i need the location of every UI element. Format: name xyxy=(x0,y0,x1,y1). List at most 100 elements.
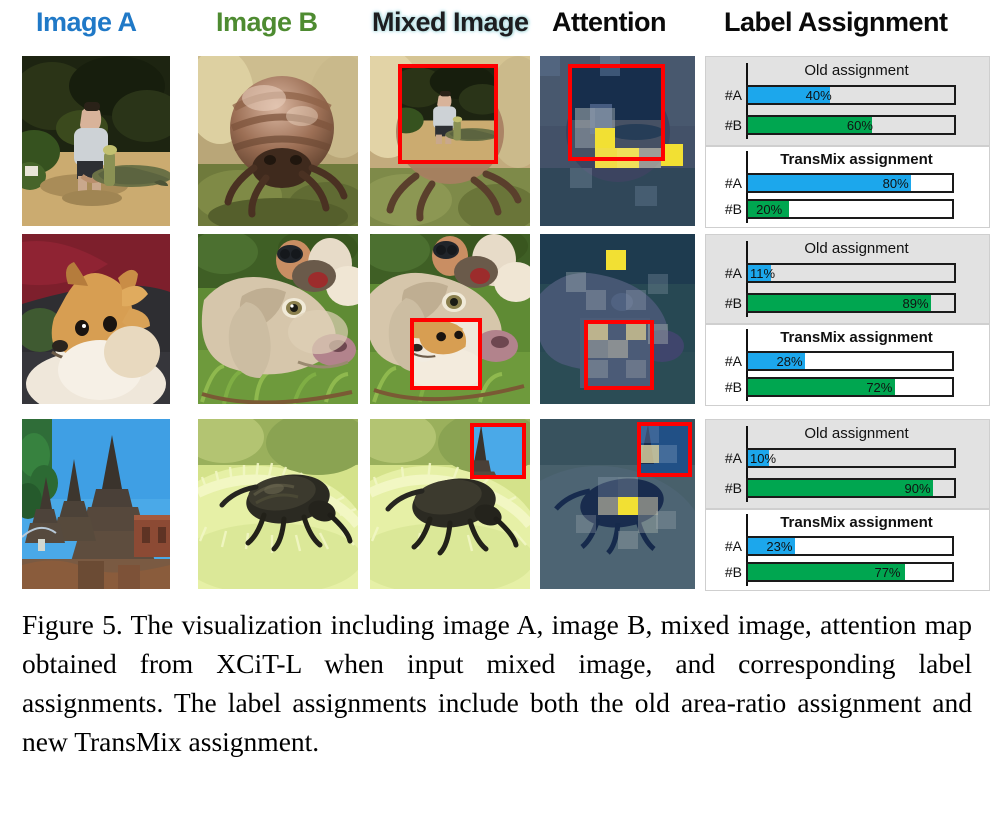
photo-temple-spires xyxy=(22,419,170,589)
bar-row-b: #B 72% xyxy=(714,377,964,397)
column-header-image-b: Image B xyxy=(216,7,318,37)
bar-track-b: 72% xyxy=(746,377,954,397)
bar-value-b: 20% xyxy=(756,202,783,217)
photo-pomeranian xyxy=(22,234,170,404)
column-header-attention: Attention xyxy=(552,7,666,37)
transmix-assignment-panel: TransMix assignment #A 80% #B 20% xyxy=(705,146,990,228)
old-assignment-panel: Old assignment #A 10% #B 90% xyxy=(705,419,990,509)
transmix-assignment-title: TransMix assignment xyxy=(780,329,933,346)
bar-value-b: 90% xyxy=(904,481,931,496)
bar-label-a: #A xyxy=(724,450,742,466)
transmix-assignment-title: TransMix assignment xyxy=(780,514,933,531)
label-assignment-panels: Old assignment #A 11% #B 89% TransMix as… xyxy=(705,234,990,406)
figure-caption: Figure 5. The visualization including im… xyxy=(22,609,972,757)
bar-label-a: #A xyxy=(724,353,742,369)
attention-map-thumbnail xyxy=(540,419,695,589)
bar-value-a: 28% xyxy=(776,354,803,369)
bar-row-a: #A 80% xyxy=(714,173,964,193)
mixed-image-thumbnail xyxy=(370,56,530,226)
transmix-assignment-panel: TransMix assignment #A 28% #B 72% xyxy=(705,324,990,406)
label-assignment-panels: Old assignment #A 40% #B 60% TransMix as… xyxy=(705,56,990,228)
bar-label-b: #B xyxy=(724,295,742,311)
crop-box-overlay xyxy=(637,422,692,477)
photo-mixed-pillbug-lizard xyxy=(370,56,530,226)
image-a-thumbnail xyxy=(22,234,170,404)
bar-value-b: 60% xyxy=(846,118,873,133)
figure-row: Old assignment #A 40% #B 60% TransMix as… xyxy=(0,56,995,228)
figure-grid: Old assignment #A 40% #B 60% TransMix as… xyxy=(0,48,995,600)
bar-row-a: #A 11% xyxy=(714,263,964,283)
crop-box-overlay xyxy=(470,423,526,479)
column-header-bar: Image A Image B Mixed Image Attention La… xyxy=(0,0,995,48)
bar-label-b: #B xyxy=(724,379,742,395)
label-assignment-panels: Old assignment #A 10% #B 90% TransMix as… xyxy=(705,419,990,591)
bar-row-b: #B 20% xyxy=(714,199,964,219)
bar-track-a: 40% xyxy=(746,85,956,105)
bar-label-a: #A xyxy=(724,538,742,554)
bar-track-b: 90% xyxy=(746,478,956,498)
old-assignment-title: Old assignment xyxy=(804,240,909,257)
bar-value-a: 10% xyxy=(750,451,777,466)
bar-row-b: #B 77% xyxy=(714,562,964,582)
column-header-label-assignment: Label Assignment xyxy=(724,7,948,37)
bar-track-a: 80% xyxy=(746,173,954,193)
bar-label-a: #A xyxy=(724,265,742,281)
bar-value-a: 11% xyxy=(750,266,776,281)
mixed-image-thumbnail xyxy=(370,419,530,589)
crop-box-overlay xyxy=(398,64,498,164)
bar-value-b: 89% xyxy=(902,296,929,311)
bar-row-b: #B 89% xyxy=(714,293,964,313)
photo-mixed-dogs xyxy=(370,234,530,404)
image-a-thumbnail xyxy=(22,419,170,589)
transmix-assignment-panel: TransMix assignment #A 23% #B 77% xyxy=(705,509,990,591)
photo-attention-map xyxy=(540,56,695,226)
photo-artwork xyxy=(198,234,358,404)
bar-track-b: 77% xyxy=(746,562,954,582)
bar-row-a: #A 23% xyxy=(714,536,964,556)
bar-label-b: #B xyxy=(724,201,742,217)
bar-label-a: #A xyxy=(724,87,742,103)
bar-track-b: 60% xyxy=(746,115,956,135)
attention-map-thumbnail xyxy=(540,56,695,226)
bar-label-b: #B xyxy=(724,480,742,496)
bar-row-a: #A 40% xyxy=(714,85,964,105)
photo-dog-in-grass xyxy=(198,234,358,404)
bar-track-a: 28% xyxy=(746,351,954,371)
bar-value-a: 40% xyxy=(805,88,832,103)
photo-artwork xyxy=(198,56,358,226)
bar-row-b: #B 90% xyxy=(714,478,964,498)
image-b-thumbnail xyxy=(198,56,358,226)
crop-box-overlay xyxy=(568,64,665,161)
bar-value-b: 77% xyxy=(874,565,901,580)
bar-row-a: #A 28% xyxy=(714,351,964,371)
photo-artwork xyxy=(22,419,170,589)
bar-value-b: 72% xyxy=(866,380,893,395)
crop-box-overlay xyxy=(584,320,654,390)
bar-track-a: 10% xyxy=(746,448,956,468)
figure-row: Old assignment #A 10% #B 90% TransMix as… xyxy=(0,419,995,591)
image-b-thumbnail xyxy=(198,234,358,404)
photo-pillbug xyxy=(198,56,358,226)
old-assignment-panel: Old assignment #A 40% #B 60% xyxy=(705,56,990,146)
crop-box-overlay xyxy=(410,318,482,390)
bar-label-a: #A xyxy=(724,175,742,191)
photo-artwork xyxy=(22,234,170,404)
attention-map-thumbnail xyxy=(540,234,695,404)
old-assignment-title: Old assignment xyxy=(804,62,909,79)
bar-track-b: 89% xyxy=(746,293,956,313)
mixed-image-thumbnail xyxy=(370,234,530,404)
photo-artwork xyxy=(22,56,170,226)
bar-track-a: 23% xyxy=(746,536,954,556)
bar-track-b: 20% xyxy=(746,199,954,219)
bar-label-b: #B xyxy=(724,117,742,133)
bar-row-a: #A 10% xyxy=(714,448,964,468)
old-assignment-panel: Old assignment #A 11% #B 89% xyxy=(705,234,990,324)
photo-attention-map xyxy=(540,234,695,404)
figure-row: Old assignment #A 11% #B 89% TransMix as… xyxy=(0,234,995,406)
photo-mixed-beetle-temple xyxy=(370,419,530,589)
old-assignment-title: Old assignment xyxy=(804,425,909,442)
column-header-image-a: Image A xyxy=(36,7,137,37)
bar-label-b: #B xyxy=(724,564,742,580)
bar-row-b: #B 60% xyxy=(714,115,964,135)
bar-value-a: 80% xyxy=(882,176,909,191)
